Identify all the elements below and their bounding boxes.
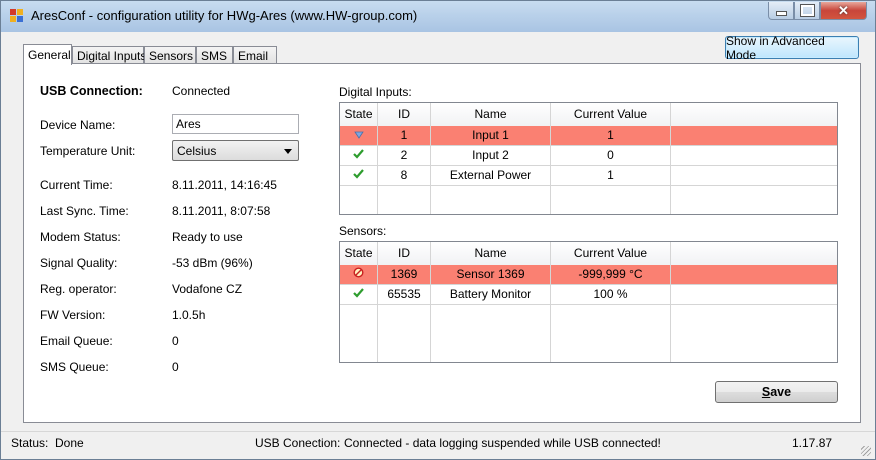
usb-connection-value: Connected xyxy=(172,84,231,98)
current-time-value: 8.11.2011, 14:16:45 xyxy=(172,178,277,192)
status-label: Status: xyxy=(11,436,49,450)
last-sync-label: Last Sync. Time: xyxy=(40,204,129,218)
column-header-state[interactable]: State xyxy=(340,103,378,126)
minimize-icon xyxy=(775,11,787,16)
status-bar: Status: Done USB Conection: Connected - … xyxy=(1,431,875,459)
maximize-button[interactable] xyxy=(794,2,820,20)
digital-inputs-grid[interactable]: State ID Name Current Value 1 Input 1 1 … xyxy=(339,102,838,215)
current-time-label: Current Time: xyxy=(40,178,113,192)
column-header-current-value[interactable]: Current Value xyxy=(551,103,671,126)
show-advanced-mode-button[interactable]: Show in Advanced Mode xyxy=(725,34,859,62)
check-icon xyxy=(340,166,378,186)
last-sync-value: 8.11.2011, 8:07:58 xyxy=(172,204,271,218)
alarm-arrow-icon xyxy=(340,126,378,146)
tab-sms[interactable]: SMS xyxy=(196,46,233,64)
column-header-id[interactable]: ID xyxy=(378,242,431,265)
title-bar[interactable]: AresConf - configuration utility for HWg… xyxy=(1,1,875,32)
fw-version-label: FW Version: xyxy=(40,308,106,322)
row-name: External Power xyxy=(431,166,551,186)
app-window: AresConf - configuration utility for HWg… xyxy=(0,0,876,460)
table-row[interactable]: 1369 Sensor 1369 -999,999 °C xyxy=(340,265,837,285)
usb-connection-status-label: USB Conection: xyxy=(255,436,341,450)
signal-quality-value: -53 dBm (96%) xyxy=(172,256,253,270)
sms-queue-label: SMS Queue: xyxy=(40,360,109,374)
row-name: Sensor 1369 xyxy=(431,265,551,285)
sensors-title: Sensors: xyxy=(339,224,387,238)
chevron-down-icon xyxy=(284,149,292,154)
save-accelerator: S xyxy=(761,385,771,399)
window-title: AresConf - configuration utility for HWg… xyxy=(31,8,418,23)
table-row[interactable]: 2 Input 2 0 xyxy=(340,146,837,166)
table-row[interactable]: 8 External Power 1 xyxy=(340,166,837,186)
device-name-label: Device Name: xyxy=(40,118,116,132)
row-value: 1 xyxy=(551,126,671,146)
row-name: Input 1 xyxy=(431,126,551,146)
minimize-button[interactable] xyxy=(768,2,794,20)
column-header-name[interactable]: Name xyxy=(431,103,551,126)
row-id: 1 xyxy=(378,126,431,146)
row-id: 1369 xyxy=(378,265,431,285)
column-header-name[interactable]: Name xyxy=(431,242,551,265)
column-header-current-value[interactable]: Current Value xyxy=(551,242,671,265)
table-row[interactable]: 65535 Battery Monitor 100 % xyxy=(340,285,837,305)
row-id: 65535 xyxy=(378,285,431,305)
save-button[interactable]: Save xyxy=(715,381,838,403)
digital-inputs-title: Digital Inputs: xyxy=(339,85,412,99)
row-value: 100 % xyxy=(551,285,671,305)
error-icon xyxy=(340,265,378,285)
column-header-state[interactable]: State xyxy=(340,242,378,265)
sms-queue-value: 0 xyxy=(172,360,179,374)
version-label: 1.17.87 xyxy=(792,436,833,450)
check-icon xyxy=(340,285,378,305)
close-icon: ✕ xyxy=(838,2,849,18)
email-queue-value: 0 xyxy=(172,334,179,348)
reg-operator-label: Reg. operator: xyxy=(40,282,117,296)
maximize-icon xyxy=(799,4,815,17)
fw-version-value: 1.0.5h xyxy=(172,308,206,322)
row-name: Input 2 xyxy=(431,146,551,166)
temperature-unit-value: Celsius xyxy=(177,144,217,158)
app-icon xyxy=(10,9,24,23)
row-value: 1 xyxy=(551,166,671,186)
table-row[interactable]: 1 Input 1 1 xyxy=(340,126,837,146)
status-value: Done xyxy=(55,436,84,450)
resize-grip-icon[interactable] xyxy=(861,446,871,456)
email-queue-label: Email Queue: xyxy=(40,334,113,348)
usb-connection-label: USB Connection: xyxy=(40,84,143,98)
row-id: 8 xyxy=(378,166,431,186)
close-button[interactable]: ✕ xyxy=(820,2,867,20)
device-name-input[interactable]: Ares xyxy=(172,114,299,134)
save-label-rest: ave xyxy=(770,385,792,399)
sensors-grid[interactable]: State ID Name Current Value 1369 Sensor … xyxy=(339,241,838,363)
grid-header: State ID Name Current Value xyxy=(340,242,837,266)
usb-connection-status-value: Connected - data logging suspended while… xyxy=(344,436,661,450)
tab-sensors[interactable]: Sensors xyxy=(144,46,196,64)
tab-email[interactable]: Email xyxy=(233,46,277,64)
grid-header: State ID Name Current Value xyxy=(340,103,837,127)
tab-general[interactable]: General xyxy=(23,44,72,65)
modem-status-label: Modem Status: xyxy=(40,230,121,244)
row-name: Battery Monitor xyxy=(431,285,551,305)
row-value: 0 xyxy=(551,146,671,166)
check-icon xyxy=(340,146,378,166)
tab-digital-inputs[interactable]: Digital Inputs xyxy=(72,46,146,64)
reg-operator-value: Vodafone CZ xyxy=(172,282,243,296)
modem-status-value: Ready to use xyxy=(172,230,243,244)
row-id: 2 xyxy=(378,146,431,166)
row-value: -999,999 °C xyxy=(551,265,671,285)
temperature-unit-select[interactable]: Celsius xyxy=(172,140,299,161)
column-header-id[interactable]: ID xyxy=(378,103,431,126)
temperature-unit-label: Temperature Unit: xyxy=(40,144,136,158)
signal-quality-label: Signal Quality: xyxy=(40,256,118,270)
